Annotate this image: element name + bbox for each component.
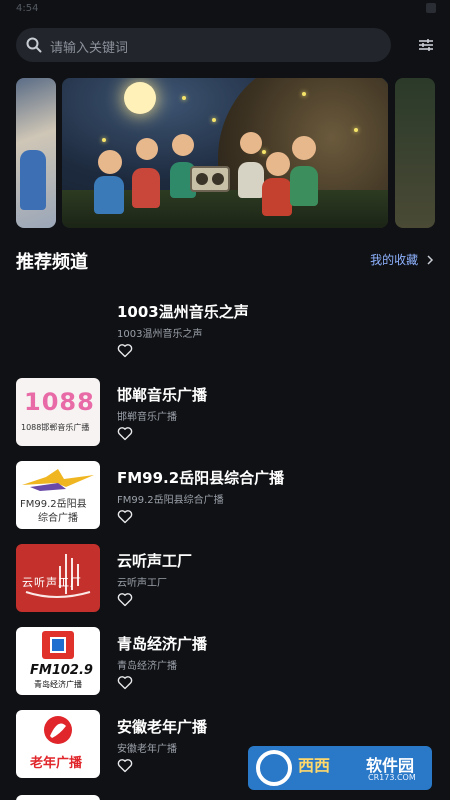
channel-item[interactable]: FM99.2岳阳县 综合广播 FM99.2岳阳县综合广播 FM99.2岳阳县综合…: [16, 461, 434, 529]
watermark-logo: 西西 软件园 CR173.COM: [248, 746, 432, 790]
channel-item[interactable]: 1088 1088邯郸音乐广播 邯郸音乐广播 邯郸音乐广播: [16, 378, 434, 446]
channel-thumbnail: FM99.2岳阳县 综合广播: [16, 461, 100, 529]
firefly: [182, 96, 186, 100]
firefly: [102, 138, 106, 142]
section-header: 推荐频道 我的收藏: [16, 246, 434, 273]
channel-title: 1003温州音乐之声: [117, 303, 249, 321]
kid-head: [240, 132, 262, 154]
kid-body: [262, 178, 292, 216]
section-title: 推荐频道: [16, 252, 88, 273]
channel-title: 青岛经济广播: [117, 635, 208, 653]
channel-item[interactable]: 云听声工厂 云听声工厂 云听声工厂: [16, 544, 434, 612]
kid-body: [290, 166, 318, 206]
search-row: 请输入关键词: [16, 28, 436, 62]
search-icon: [26, 37, 42, 53]
firefly: [212, 118, 216, 122]
kid-head: [136, 138, 158, 160]
thumb-logo-line1: FM99.2岳阳县: [20, 499, 87, 510]
thumb-logo-line2: 综合广播: [38, 513, 78, 524]
heart-icon[interactable]: [117, 343, 133, 358]
status-bar: 4:54: [0, 0, 450, 18]
radio-illustration: [190, 166, 230, 192]
kid-head: [172, 134, 194, 156]
thumb-logo-number: 1088: [24, 388, 95, 416]
channel-subtitle: 邯郸音乐广播: [117, 412, 177, 423]
channel-title: 安徽老年广播: [117, 718, 208, 736]
heart-icon[interactable]: [117, 675, 133, 690]
search-input[interactable]: 请输入关键词: [16, 28, 391, 62]
watermark-brand1: 西西: [298, 756, 331, 775]
heart-icon[interactable]: [117, 426, 133, 441]
channel-title: 云听声工厂: [117, 552, 193, 570]
bird-logo-icon: [22, 469, 94, 491]
channel-thumbnail: [16, 295, 100, 363]
favorites-link-label: 我的收藏: [370, 253, 419, 267]
kid-head: [292, 136, 316, 160]
kid-body: [238, 162, 264, 198]
chevron-right-icon: [427, 255, 434, 265]
heart-icon[interactable]: [117, 758, 133, 773]
firefly: [302, 92, 306, 96]
banner-slide-next[interactable]: [395, 78, 435, 228]
kid-head: [266, 152, 290, 176]
figure-illustration: [20, 150, 46, 210]
firefly: [354, 128, 358, 132]
thumb-logo-text: 老年广播: [30, 756, 83, 771]
favorites-link[interactable]: 我的收藏: [370, 251, 434, 268]
channel-thumbnail: FM102.9 青岛经济广播: [16, 627, 100, 695]
thumb-fm-number: FM102.9: [30, 663, 93, 678]
moon-illustration: [124, 82, 156, 114]
status-indicator: [426, 3, 436, 13]
channel-subtitle: 青岛经济广播: [117, 661, 177, 672]
channel-subtitle: 安徽老年广播: [117, 744, 177, 755]
channel-thumbnail: 1088 1088邯郸音乐广播: [16, 378, 100, 446]
heart-icon[interactable]: [117, 592, 133, 607]
channel-item[interactable]: FM102.9 青岛经济广播 青岛经济广播 青岛经济广播: [16, 627, 434, 695]
banner-carousel[interactable]: [0, 78, 450, 228]
kid-body: [132, 168, 160, 208]
status-time: 4:54: [16, 3, 39, 14]
filter-icon[interactable]: [416, 35, 436, 55]
kid-body: [94, 176, 124, 214]
thumb-logo-text: 云听声工厂: [22, 576, 82, 589]
channel-subtitle: 云听声工厂: [117, 578, 167, 589]
channel-thumbnail: 老年广播: [16, 710, 100, 778]
channel-thumbnail: 云听声工厂: [16, 544, 100, 612]
banner-slide-prev[interactable]: [16, 78, 56, 228]
thumb-logo-text: 青岛经济广播: [34, 680, 82, 689]
heart-icon[interactable]: [117, 509, 133, 524]
channel-thumbnail-partial: [16, 795, 100, 800]
thumb-logo-text: 1088邯郸音乐广播: [21, 423, 90, 432]
watermark-circle-icon: [256, 750, 292, 786]
channel-subtitle: FM99.2岳阳县综合广播: [117, 495, 224, 506]
banner-slide-current[interactable]: [62, 78, 388, 228]
firefly: [262, 150, 266, 154]
kid-head: [98, 150, 122, 174]
watermark-domain: CR173.COM: [368, 773, 416, 782]
search-placeholder: 请输入关键词: [50, 41, 129, 56]
channel-subtitle: 1003温州音乐之声: [117, 329, 203, 340]
channel-item[interactable]: 1003温州音乐之声 1003温州音乐之声: [16, 295, 434, 363]
channel-title: 邯郸音乐广播: [117, 386, 208, 404]
channel-title: FM99.2岳阳县综合广播: [117, 469, 285, 487]
